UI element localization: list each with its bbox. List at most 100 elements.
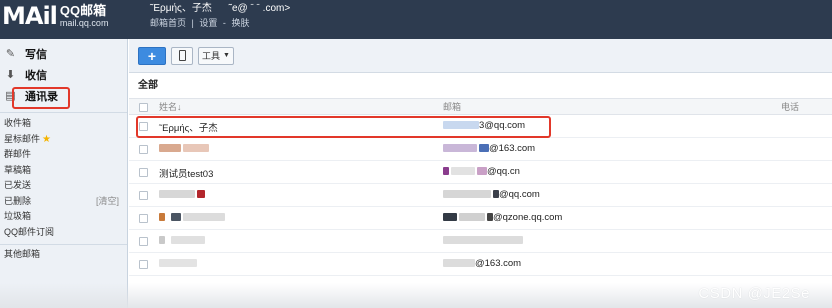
sidebar-item-compose[interactable]: ✎ 写信 <box>0 43 127 64</box>
column-header-phone[interactable]: 电话 <box>781 100 799 113</box>
contact-name[interactable] <box>159 212 225 223</box>
user-display-name: ˜Ερμής、子杰 <box>150 3 212 14</box>
redacted-block <box>443 259 475 268</box>
row-checkbox[interactable] <box>139 214 148 223</box>
chevron-down-icon: ▼ <box>223 52 230 59</box>
email-suffix: @163.com <box>489 143 536 154</box>
nav-settings-link[interactable]: 设置 <box>199 18 217 28</box>
table-row[interactable]: @qq.com <box>129 184 832 207</box>
folder-label: 星标邮件 <box>4 133 41 144</box>
table-row[interactable]: ˜Ερμής、子杰 3@qq.com <box>129 115 832 138</box>
inbox-label: 收信 <box>25 69 47 82</box>
redacted-block <box>171 213 181 222</box>
email-suffix: @163.com <box>475 258 522 269</box>
folder-inbox[interactable]: 收件箱 <box>0 116 127 132</box>
row-checkbox[interactable] <box>139 145 148 154</box>
contact-email[interactable]: @qq.com <box>443 189 540 200</box>
contact-email[interactable]: @163.com <box>443 258 521 269</box>
redacted-block <box>443 190 491 199</box>
redacted-block <box>443 167 449 176</box>
table-row[interactable] <box>129 230 832 253</box>
folder-starred[interactable]: 星标邮件 ★ <box>0 132 127 148</box>
contact-email[interactable] <box>443 235 523 246</box>
redacted-block <box>477 167 487 176</box>
contact-email[interactable]: @qzone.qq.com <box>443 212 562 223</box>
clear-deleted-link[interactable]: [清空] <box>96 194 119 210</box>
logo-domain: mail.qq.com <box>59 18 109 28</box>
folder-label: QQ邮件订阅 <box>4 226 55 237</box>
contact-name[interactable]: 测试员test03 <box>159 166 213 180</box>
folder-sent[interactable]: 已发送 <box>0 178 127 194</box>
column-header-email[interactable]: 邮箱 <box>443 100 461 113</box>
star-icon: ★ <box>42 133 51 145</box>
redacted-block <box>443 213 457 222</box>
tools-dropdown[interactable]: 工具 ▼ <box>198 46 234 65</box>
compose-label: 写信 <box>25 48 47 61</box>
contacts-toolbar: + 工具 ▼ <box>129 39 832 73</box>
row-checkbox[interactable] <box>139 260 148 269</box>
folder-label: 其他邮箱 <box>4 249 41 259</box>
column-header-name[interactable]: 姓名↓ <box>159 100 182 113</box>
redacted-block <box>159 144 181 153</box>
folder-group-mail[interactable]: 群邮件 <box>0 147 127 163</box>
email-suffix: @qq.com <box>499 189 540 200</box>
add-contact-button[interactable]: + <box>138 46 166 65</box>
contact-name[interactable] <box>159 143 209 154</box>
contact-email[interactable]: @163.com <box>443 143 535 154</box>
phone-sync-button[interactable] <box>171 46 193 65</box>
nav-skin-link[interactable]: 换肤 <box>231 18 249 28</box>
user-email: ˜e@ ˉ ˉ .com> <box>228 3 291 14</box>
contacts-highlight-box <box>12 87 70 109</box>
contact-email[interactable]: @qq.cn <box>443 166 520 177</box>
sidebar-item-inbox[interactable]: ⬇ 收信 <box>0 64 127 85</box>
redacted-block <box>451 167 475 176</box>
inbox-icon: ⬇ <box>5 69 16 81</box>
tools-label: 工具 <box>202 51 221 61</box>
folder-other-mailboxes[interactable]: 其他邮箱 <box>0 247 127 263</box>
folder-label: 群邮件 <box>4 149 32 159</box>
phone-icon <box>178 50 186 61</box>
table-row[interactable]: 测试员test03 @qq.cn <box>129 161 832 184</box>
folder-label: 垃圾箱 <box>4 211 32 221</box>
section-title: 全部 <box>138 80 158 91</box>
select-all-checkbox[interactable] <box>139 103 148 112</box>
folder-list: 收件箱 星标邮件 ★ 群邮件 草稿箱 已发送 已删除 [清空] 垃圾箱 QQ邮件订阅 <box>0 116 127 240</box>
table-row[interactable]: @163.com <box>129 138 832 161</box>
logo-cn-text: QQ邮箱 <box>59 3 107 18</box>
folder-label: 草稿箱 <box>4 164 32 175</box>
redacted-block <box>159 190 195 199</box>
redacted-block <box>159 213 165 222</box>
sidebar-divider <box>0 244 127 245</box>
folder-deleted[interactable]: 已删除 [清空] <box>0 194 127 210</box>
row-checkbox[interactable] <box>139 237 148 246</box>
nav-separator: - <box>222 18 226 28</box>
row-highlight-box <box>136 116 551 138</box>
sidebar: ✎ 写信 ⬇ 收信 ▤ 通讯录 收件箱 星标邮件 ★ 群邮件 草稿箱 已发送 已删… <box>0 39 128 308</box>
table-row[interactable]: @163.com <box>129 253 832 276</box>
row-checkbox[interactable] <box>139 191 148 200</box>
top-header: MAil QQ邮箱 mail.qq.com ˜Ερμής、子杰 ˜e@ ˉ ˉ … <box>0 0 832 39</box>
redacted-block <box>159 236 165 245</box>
watermark: CSDN @JE2Se <box>698 285 810 302</box>
nav-home-link[interactable]: 邮箱首页 <box>150 18 186 28</box>
redacted-block <box>197 190 205 199</box>
folder-qq-subscription[interactable]: QQ邮件订阅 <box>0 225 127 241</box>
redacted-block <box>183 144 209 153</box>
compose-icon: ✎ <box>5 48 16 60</box>
redacted-block <box>459 213 485 222</box>
header-nav: 邮箱首页 | 设置 - 换肤 <box>150 17 290 30</box>
folder-label: 收件箱 <box>4 118 32 128</box>
nav-separator: | <box>191 18 194 28</box>
qq-mail-logo[interactable]: MAil QQ邮箱 mail.qq.com <box>2 1 108 35</box>
table-header: 姓名↓ 邮箱 电话 <box>129 98 832 115</box>
contact-name[interactable] <box>159 235 205 246</box>
table-row[interactable]: @qzone.qq.com <box>129 207 832 230</box>
contact-name[interactable] <box>159 258 197 269</box>
folder-label: 已删除 <box>4 195 32 206</box>
row-checkbox[interactable] <box>139 168 148 177</box>
contact-name[interactable] <box>159 189 205 200</box>
folder-spam[interactable]: 垃圾箱 <box>0 209 127 225</box>
contacts-panel: + 工具 ▼ 全部 姓名↓ 邮箱 电话 ˜Ερμής、子杰 3@qq.com @… <box>129 39 832 308</box>
redacted-block <box>443 236 523 245</box>
folder-drafts[interactable]: 草稿箱 <box>0 163 127 179</box>
